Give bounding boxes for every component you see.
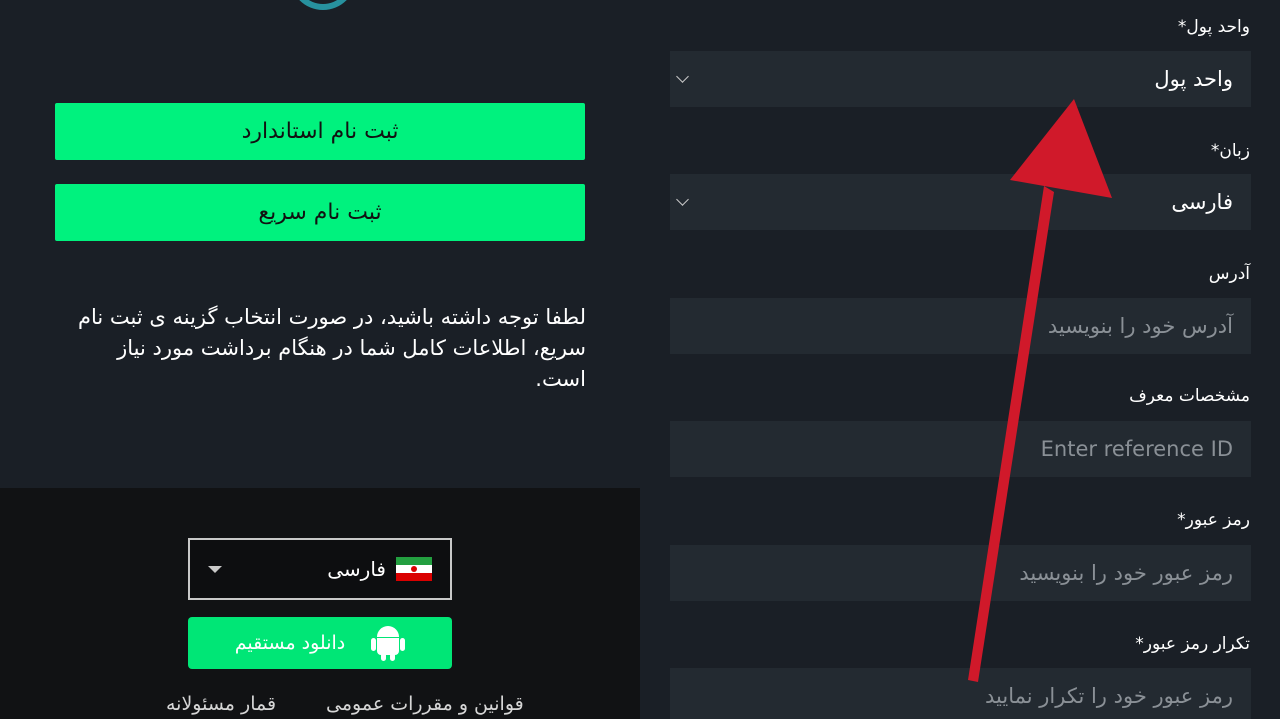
password-label: رمز عبور*	[1177, 510, 1250, 530]
standard-signup-button[interactable]: ثبت نام استاندارد	[55, 103, 585, 160]
signup-form: واحد پول* واحد پول زبان* فارسی آدرس آدرس…	[640, 0, 1280, 719]
terms-link[interactable]: قوانین و مقررات عمومی	[326, 693, 524, 715]
currency-label: واحد پول*	[1177, 17, 1250, 37]
chevron-down-icon	[676, 70, 689, 83]
password-repeat-label: تکرار رمز عبور*	[1135, 634, 1250, 654]
android-icon	[371, 625, 406, 661]
reference-id-input[interactable]: Enter reference ID	[670, 421, 1251, 477]
currency-select[interactable]: واحد پول	[670, 51, 1251, 107]
logo-fragment	[290, 0, 356, 10]
left-pane: ثبت نام استاندارد ثبت نام سریع لطفا توجه…	[0, 0, 640, 719]
language-label: زبان*	[1210, 141, 1250, 161]
password-repeat-input[interactable]: رمز عبور خود را تکرار نمایید	[670, 668, 1251, 719]
address-placeholder: آدرس خود را بنویسید	[1047, 314, 1233, 338]
password-input[interactable]: رمز عبور خود را بنویسید	[670, 545, 1251, 601]
currency-select-value: واحد پول	[1154, 67, 1233, 91]
direct-download-button[interactable]: دانلود مستقیم	[188, 617, 452, 669]
language-selector-label: فارسی	[327, 557, 386, 581]
password-repeat-placeholder: رمز عبور خود را تکرار نمایید	[985, 684, 1233, 708]
quick-signup-button[interactable]: ثبت نام سریع	[55, 184, 585, 241]
footer: فارسی دانلود مستقیم قوانین و مقررات عموم…	[0, 488, 640, 719]
language-select-value: فارسی	[1171, 190, 1233, 214]
reference-placeholder: Enter reference ID	[1040, 437, 1233, 461]
reference-label: مشخصات معرف	[1129, 386, 1250, 406]
iran-flag-icon	[396, 557, 432, 581]
caret-down-icon	[208, 566, 222, 573]
chevron-down-icon	[676, 193, 689, 206]
address-input[interactable]: آدرس خود را بنویسید	[670, 298, 1251, 354]
language-selector[interactable]: فارسی	[188, 538, 452, 600]
direct-download-label: دانلود مستقیم	[234, 632, 346, 654]
responsible-gambling-link[interactable]: قمار مسئولانه	[166, 693, 276, 715]
quick-signup-notice: لطفا توجه داشته باشید، در صورت انتخاب گز…	[77, 305, 586, 391]
password-placeholder: رمز عبور خود را بنویسید	[1019, 561, 1233, 585]
language-select[interactable]: فارسی	[670, 174, 1251, 230]
address-label: آدرس	[1208, 264, 1250, 284]
